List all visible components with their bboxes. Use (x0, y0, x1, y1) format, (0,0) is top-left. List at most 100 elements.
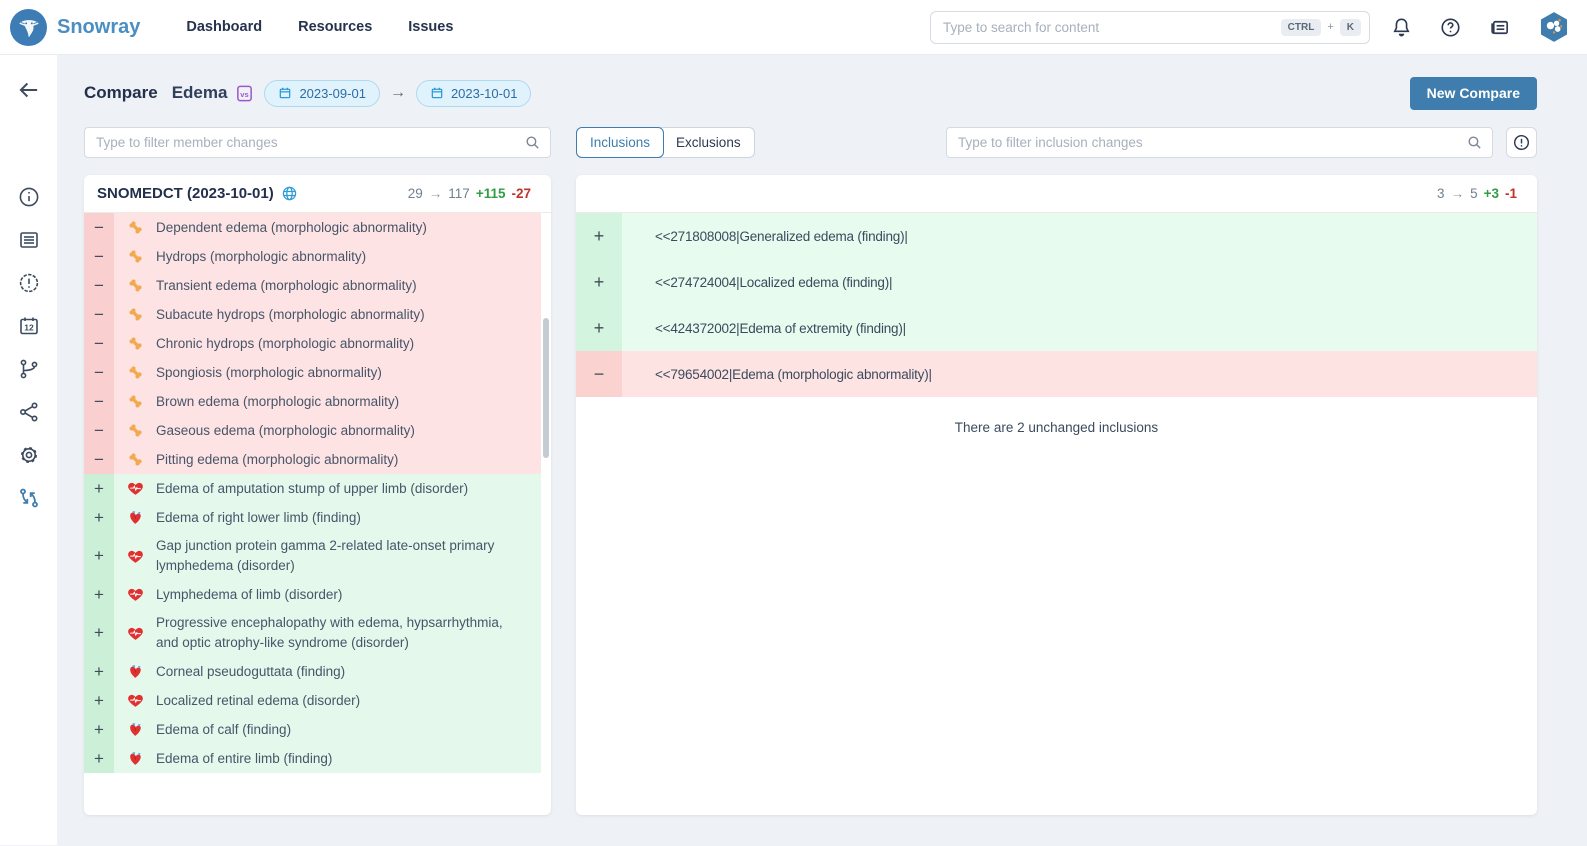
heart-pulse-icon (114, 609, 156, 657)
member-filter-search-button[interactable] (524, 134, 541, 151)
member-change-row[interactable]: + Edema of calf (finding) (84, 715, 541, 744)
change-sign: + (84, 532, 114, 580)
tab-exclusions[interactable]: Exclusions (663, 128, 754, 157)
scrollbar-thumb[interactable] (543, 318, 549, 458)
date-from-chip[interactable]: 2023-09-01 (264, 80, 380, 107)
inclusion-change-list: + <<271808008|Generalized edema (finding… (576, 213, 1537, 397)
inclusion-change-row[interactable]: + <<424372002|Edema of extremity (findin… (576, 305, 1537, 351)
member-change-row[interactable]: − Transient edema (morphologic abnormali… (84, 271, 541, 300)
change-sign: − (84, 358, 114, 387)
sidebar-item-documents[interactable] (17, 228, 41, 252)
member-change-label: Edema of calf (finding) (156, 715, 541, 744)
back-button[interactable] (16, 77, 42, 103)
heart-pulse-icon (114, 686, 156, 715)
stat-from: 29 (408, 186, 423, 201)
change-sign: + (84, 715, 114, 744)
member-change-label: Chronic hydrops (morphologic abnormality… (156, 329, 541, 358)
exclamation-circle-icon (1512, 133, 1531, 152)
newspaper-icon (1488, 16, 1511, 39)
stat-removed: -1 (1505, 186, 1517, 201)
member-change-label: Dependent edema (morphologic abnormality… (156, 213, 541, 242)
member-change-row[interactable]: + Localized retinal edema (disorder) (84, 686, 541, 715)
member-change-label: Corneal pseudoguttata (finding) (156, 657, 541, 686)
global-search-input[interactable] (943, 20, 1275, 35)
inclusion-filter[interactable] (946, 127, 1493, 158)
top-navbar: Snowray Dashboard Resources Issues CTRL … (0, 0, 1587, 55)
member-change-row[interactable]: + Edema of entire limb (finding) (84, 744, 541, 773)
member-change-row[interactable]: + Lymphedema of limb (disorder) (84, 580, 541, 609)
member-change-row[interactable]: + Corneal pseudoguttata (finding) (84, 657, 541, 686)
inclusion-change-label: <<271808008|Generalized edema (finding)| (622, 213, 1537, 259)
anatomical-heart-icon (114, 744, 156, 773)
compare-arrow: → (390, 84, 406, 102)
nav-link-issues[interactable]: Issues (408, 19, 453, 35)
help-button[interactable] (1439, 16, 1462, 39)
inclusion-change-label: <<79654002|Edema (morphologic abnormalit… (622, 351, 1537, 397)
search-icon (524, 134, 541, 151)
inclusion-filter-input[interactable] (958, 135, 1466, 150)
sidebar-item-issues[interactable] (17, 271, 41, 295)
member-change-row[interactable]: + Edema of amputation stump of upper lim… (84, 474, 541, 503)
sidebar-item-settings[interactable] (17, 443, 41, 467)
tab-inclusions[interactable]: Inclusions (576, 127, 664, 158)
inclusion-filter-search-button[interactable] (1466, 134, 1483, 151)
member-change-row[interactable]: − Gaseous edema (morphologic abnormality… (84, 416, 541, 445)
brand-name[interactable]: Snowray (57, 16, 140, 39)
change-sign: + (84, 657, 114, 686)
kbd-k: K (1340, 19, 1361, 36)
calendar-icon (430, 86, 444, 100)
member-change-label: Pitting edema (morphologic abnormality) (156, 445, 541, 474)
inclusion-change-row[interactable]: − <<79654002|Edema (morphologic abnormal… (576, 351, 1537, 397)
change-sign: − (84, 271, 114, 300)
nav-link-dashboard[interactable]: Dashboard (186, 19, 262, 35)
news-button[interactable] (1488, 16, 1511, 39)
member-change-row[interactable]: − Spongiosis (morphologic abnormality) (84, 358, 541, 387)
stat-removed: -27 (511, 186, 531, 201)
member-filter-input[interactable] (96, 135, 524, 150)
main-nav: Dashboard Resources Issues (186, 19, 453, 35)
snowray-logo-icon[interactable] (10, 9, 47, 46)
inclusion-change-row[interactable]: + <<271808008|Generalized edema (finding… (576, 213, 1537, 259)
sidebar-item-share[interactable] (17, 400, 41, 424)
member-change-row[interactable]: − Subacute hydrops (morphologic abnormal… (84, 300, 541, 329)
inclusion-change-row[interactable]: + <<274724004|Localized edema (finding)| (576, 259, 1537, 305)
stat-from: 3 (1437, 186, 1445, 201)
member-change-label: Spongiosis (morphologic abnormality) (156, 358, 541, 387)
user-avatar[interactable] (1537, 10, 1571, 44)
notifications-button[interactable] (1390, 16, 1413, 39)
change-sign: + (84, 503, 114, 532)
member-change-label: Edema of entire limb (finding) (156, 744, 541, 773)
sidebar-item-info[interactable] (17, 185, 41, 209)
member-filter[interactable] (84, 127, 551, 158)
member-change-row[interactable]: − Brown edema (morphologic abnormality) (84, 387, 541, 416)
nav-link-resources[interactable]: Resources (298, 19, 372, 35)
member-change-row[interactable]: − Chronic hydrops (morphologic abnormali… (84, 329, 541, 358)
sidebar-item-branches[interactable] (17, 357, 41, 381)
change-sign: − (84, 242, 114, 271)
inclusion-change-label: <<424372002|Edema of extremity (finding)… (622, 305, 1537, 351)
change-sign: − (84, 416, 114, 445)
new-compare-button[interactable]: New Compare (1410, 77, 1537, 110)
member-change-row[interactable]: + Gap junction protein gamma 2-related l… (84, 532, 541, 580)
sidebar-item-compare[interactable] (17, 486, 41, 510)
page-title: Compare (84, 83, 158, 103)
inclusion-change-label: <<274724004|Localized edema (finding)| (622, 259, 1537, 305)
stat-added: +115 (476, 186, 506, 201)
inclusion-info-button[interactable] (1506, 127, 1537, 158)
member-change-row[interactable]: + Edema of right lower limb (finding) (84, 503, 541, 532)
date-to-label: 2023-10-01 (451, 86, 518, 101)
bone-icon (114, 445, 156, 474)
anatomical-heart-icon (114, 657, 156, 686)
date-to-chip[interactable]: 2023-10-01 (416, 80, 532, 107)
member-change-label: Gap junction protein gamma 2-related lat… (156, 532, 541, 580)
member-change-row[interactable]: − Pitting edema (morphologic abnormality… (84, 445, 541, 474)
date-from-label: 2023-09-01 (299, 86, 366, 101)
globe-icon[interactable] (281, 185, 298, 202)
change-sign: − (84, 213, 114, 242)
bone-icon (114, 387, 156, 416)
member-change-row[interactable]: − Dependent edema (morphologic abnormali… (84, 213, 541, 242)
sidebar-item-calendar[interactable]: 12 (17, 314, 41, 338)
member-change-row[interactable]: − Hydrops (morphologic abnormality) (84, 242, 541, 271)
member-change-row[interactable]: + Progressive encephalopathy with edema,… (84, 609, 541, 657)
global-search[interactable]: CTRL + K (930, 11, 1370, 44)
